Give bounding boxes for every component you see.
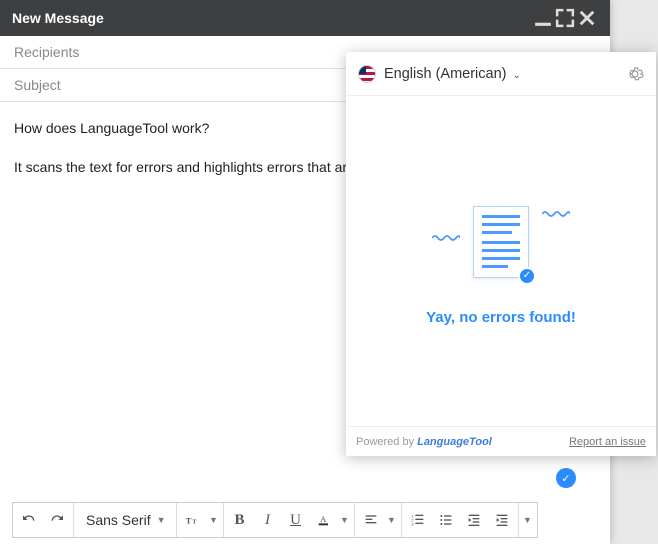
- settings-button[interactable]: [626, 65, 644, 83]
- document-ok-illustration: ✓: [436, 197, 566, 287]
- svg-text:T: T: [192, 519, 196, 525]
- text-color-menu[interactable]: ▼: [338, 503, 352, 537]
- languagetool-popup: English (American) ⌄ ✓: [346, 52, 656, 456]
- font-size-button[interactable]: TT: [179, 503, 207, 537]
- bold-button[interactable]: B: [226, 503, 254, 537]
- squiggle-icon: [542, 205, 570, 213]
- languagetool-status-badge[interactable]: ✓: [556, 468, 576, 488]
- svg-text:A: A: [320, 514, 327, 524]
- italic-button[interactable]: I: [254, 503, 282, 537]
- powered-by-label: Powered by: [356, 436, 414, 448]
- squiggle-icon: [432, 229, 460, 237]
- redo-button[interactable]: [43, 503, 71, 537]
- window-titlebar: New Message: [0, 0, 610, 36]
- align-button[interactable]: [357, 503, 385, 537]
- bulleted-list-button[interactable]: [432, 503, 460, 537]
- undo-button[interactable]: [15, 503, 43, 537]
- lt-footer: Powered by LanguageTool Report an issue: [346, 426, 656, 456]
- svg-text:T: T: [185, 515, 191, 525]
- formatting-toolbar: Sans Serif ▼ TT ▼ B I U A ▼ ▼: [12, 502, 538, 538]
- lt-success-message: Yay, no errors found!: [426, 309, 576, 326]
- lt-header: English (American) ⌄: [346, 52, 656, 96]
- window-title: New Message: [12, 10, 104, 26]
- close-button[interactable]: [576, 7, 598, 29]
- indent-more-button[interactable]: [488, 503, 516, 537]
- minimize-button[interactable]: [532, 7, 554, 29]
- font-size-menu[interactable]: ▼: [207, 503, 221, 537]
- language-select[interactable]: English (American) ⌄: [384, 66, 521, 82]
- svg-text:3: 3: [411, 521, 414, 526]
- numbered-list-button[interactable]: 123: [404, 503, 432, 537]
- report-issue-link[interactable]: Report an issue: [569, 436, 646, 448]
- text-color-button[interactable]: A: [310, 503, 338, 537]
- align-menu[interactable]: ▼: [385, 503, 399, 537]
- chevron-down-icon: ⌄: [513, 70, 521, 81]
- lt-body: ✓ Yay, no errors found!: [346, 96, 656, 426]
- check-icon: ✓: [518, 267, 536, 285]
- indent-less-button[interactable]: [460, 503, 488, 537]
- underline-button[interactable]: U: [282, 503, 310, 537]
- fullscreen-button[interactable]: [554, 7, 576, 29]
- subject-placeholder: Subject: [14, 77, 61, 93]
- flag-us-icon: [358, 65, 376, 83]
- brand-link[interactable]: LanguageTool: [417, 436, 492, 448]
- font-family-label: Sans Serif: [86, 512, 151, 528]
- language-label: English (American): [384, 66, 507, 82]
- recipients-placeholder: Recipients: [14, 44, 79, 60]
- more-formatting-menu[interactable]: ▼: [521, 503, 535, 537]
- font-family-select[interactable]: Sans Serif ▼: [76, 512, 174, 528]
- chevron-down-icon: ▼: [157, 515, 166, 525]
